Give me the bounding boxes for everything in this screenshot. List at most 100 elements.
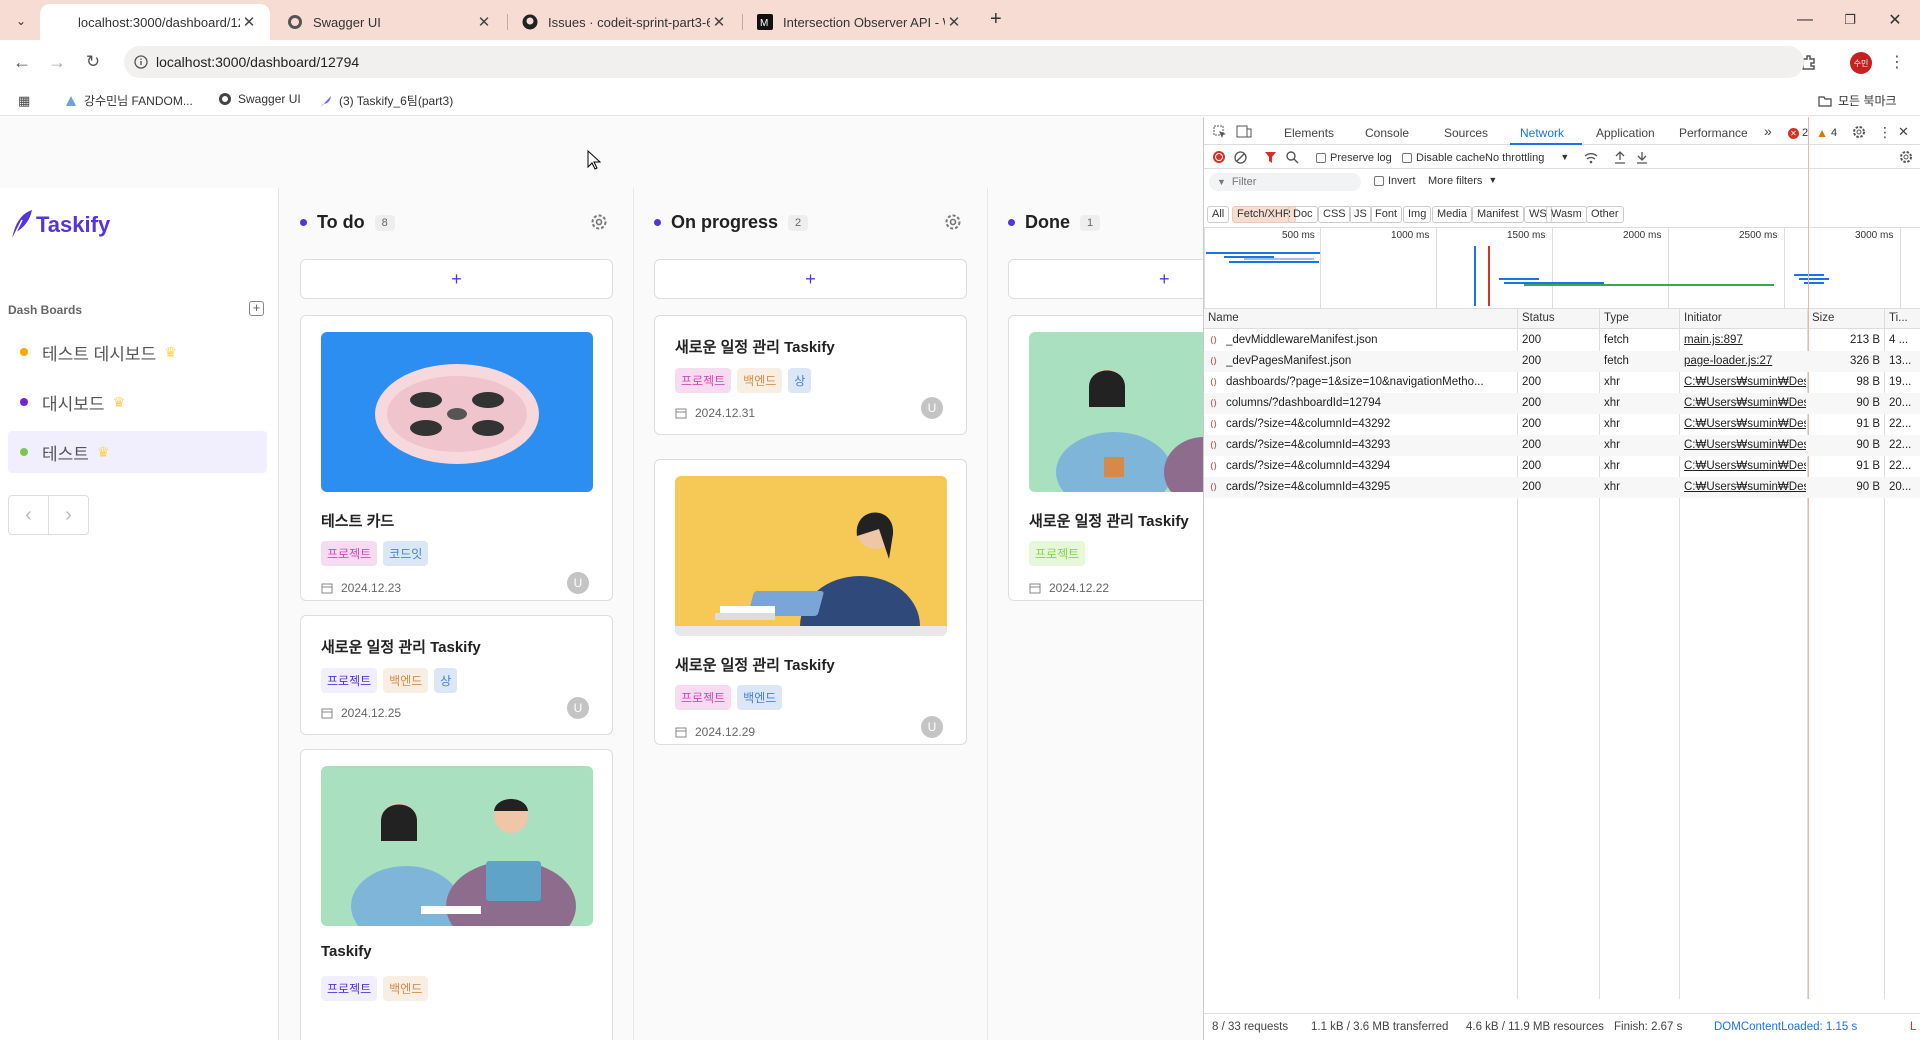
request-initiator[interactable]: page-loader.js:27 xyxy=(1684,355,1806,367)
next-page-button[interactable]: › xyxy=(49,496,88,534)
filter-chip-font[interactable]: Font xyxy=(1370,206,1403,223)
column-header-type[interactable]: Type xyxy=(1604,312,1629,324)
import-har-icon[interactable] xyxy=(1614,151,1626,164)
card-taskify-progress[interactable]: 새로운 일정 관리 Taskify 프로젝트 백엔드 상 2024.12.31 … xyxy=(654,315,967,435)
devtools-tab-network[interactable]: Network xyxy=(1520,126,1564,140)
clear-icon[interactable] xyxy=(1234,151,1247,164)
address-bar[interactable]: localhost:3000/dashboard/12794 xyxy=(124,46,1804,78)
add-card-button[interactable]: + xyxy=(1008,259,1203,299)
filter-chip-all[interactable]: All xyxy=(1207,206,1230,223)
gear-icon[interactable] xyxy=(943,212,963,232)
request-initiator[interactable]: main.js:897 xyxy=(1684,334,1806,346)
profile-avatar[interactable]: 수민 xyxy=(1850,52,1872,74)
column-header-size[interactable]: Size xyxy=(1812,312,1834,324)
close-devtools-icon[interactable]: ✕ xyxy=(1898,124,1909,140)
filter-chip-css[interactable]: CSS xyxy=(1318,206,1351,223)
request-row[interactable]: ⟨⟩ cards/?size=4&columnId=43295 200 xhr C:₩U… xyxy=(1204,477,1920,498)
gear-icon[interactable] xyxy=(589,212,609,232)
tab-github-issues[interactable]: Issues · codeit-sprint-part3-6t ✕ xyxy=(510,4,740,40)
export-har-icon[interactable] xyxy=(1636,151,1648,164)
close-tab-icon[interactable]: ✕ xyxy=(945,13,963,31)
filter-chip-manifest[interactable]: Manifest xyxy=(1472,206,1524,223)
column-header-time[interactable]: Ti... xyxy=(1889,312,1908,324)
network-settings-gear-icon[interactable] xyxy=(1899,150,1913,164)
card-taskify-done[interactable]: 새로운 일정 관리 Taskify 프로젝트 2024.12.22 xyxy=(1008,315,1203,601)
tab-localhost[interactable]: localhost:3000/dashboard/127 ✕ xyxy=(40,4,270,40)
invert-checkbox[interactable] xyxy=(1374,176,1384,186)
sidebar-item-test[interactable]: 테스트 ♛ xyxy=(8,431,267,473)
close-window-icon[interactable]: ✕ xyxy=(1880,8,1910,32)
filter-chip-fetch-xhr[interactable]: Fetch/XHR xyxy=(1232,206,1296,223)
filter-chip-img[interactable]: Img xyxy=(1403,206,1432,223)
sidebar-item-dashboard[interactable]: 대시보드 ♛ xyxy=(8,381,267,423)
chrome-menu-icon[interactable]: ⋮ xyxy=(1885,50,1909,74)
network-conditions-icon[interactable] xyxy=(1584,151,1598,164)
tab-swagger[interactable]: Swagger UI ✕ xyxy=(275,4,505,40)
restore-icon[interactable]: ❐ xyxy=(1835,8,1865,32)
close-tab-icon[interactable]: ✕ xyxy=(710,13,728,31)
more-filters-dropdown[interactable]: More filters ▼ xyxy=(1428,175,1497,187)
add-card-button[interactable]: + xyxy=(300,259,613,299)
devtools-menu-icon[interactable]: ⋮ xyxy=(1878,124,1892,141)
devtools-tab-sources[interactable]: Sources xyxy=(1444,126,1488,140)
tab-mdn[interactable]: M Intersection Observer API - W ✕ xyxy=(745,4,975,40)
reload-icon[interactable]: ↻ xyxy=(81,50,105,74)
add-card-button[interactable]: + xyxy=(654,259,967,299)
devtools-tab-performance[interactable]: Performance xyxy=(1679,126,1748,140)
filter-chip-doc[interactable]: Doc xyxy=(1288,206,1318,223)
disable-cache-checkbox[interactable] xyxy=(1402,153,1412,163)
card-taskify-progress-2[interactable]: 새로운 일정 관리 Taskify 프로젝트 백엔드 2024.12.29 U xyxy=(654,459,967,745)
search-icon[interactable] xyxy=(1286,151,1299,164)
site-info-icon[interactable] xyxy=(134,55,148,69)
minimize-icon[interactable]: — xyxy=(1790,8,1820,32)
filter-chip-wasm[interactable]: Wasm xyxy=(1546,206,1587,223)
more-tabs-chevron-icon[interactable]: » xyxy=(1764,123,1772,139)
filter-input[interactable]: ▼ Filter xyxy=(1209,173,1361,191)
request-initiator[interactable]: C:₩Users₩sumin₩Desk xyxy=(1684,376,1806,388)
new-tab-plus-icon[interactable]: + xyxy=(990,8,1002,31)
bookmark-swagger[interactable]: Swagger UI xyxy=(218,92,301,106)
column-header-name[interactable]: Name xyxy=(1208,312,1239,324)
apps-grid-icon[interactable]: ▦ xyxy=(18,93,30,109)
request-row[interactable]: ⟨⟩ cards/?size=4&columnId=43292 200 xhr C:₩U… xyxy=(1204,414,1920,435)
close-tab-icon[interactable]: ✕ xyxy=(475,13,493,31)
settings-gear-icon[interactable] xyxy=(1852,125,1866,139)
request-initiator[interactable]: C:₩Users₩sumin₩Desk xyxy=(1684,439,1806,451)
card-taskify-todo[interactable]: 새로운 일정 관리 Taskify 프로젝트 백엔드 상 2024.12.25 … xyxy=(300,615,613,735)
sidebar-item-test-dashboard[interactable]: 테스트 데시보드 ♛ xyxy=(8,331,267,373)
devtools-tab-console[interactable]: Console xyxy=(1365,126,1409,140)
throttling-select[interactable]: No throttling ▼ xyxy=(1485,152,1569,164)
filter-chip-js[interactable]: JS xyxy=(1349,206,1372,223)
add-dashboard-icon[interactable]: + xyxy=(249,301,264,316)
bookmark-fandom[interactable]: 강수민님 FANDOM... xyxy=(64,92,193,109)
card-test-card[interactable]: 테스트 카드 프로젝트 코드잇 2024.12.23 U xyxy=(300,315,613,601)
preserve-log-checkbox[interactable] xyxy=(1316,153,1326,163)
column-header-initiator[interactable]: Initiator xyxy=(1684,312,1722,324)
request-row[interactable]: ⟨⟩ _devMiddlewareManifest.json 200 fetch mai… xyxy=(1204,330,1920,351)
request-row[interactable]: ⟨⟩ dashboards/?page=1&size=10&navigationM… xyxy=(1204,372,1920,393)
filter-funnel-icon[interactable] xyxy=(1264,151,1277,164)
all-bookmarks[interactable]: 모든 북마크 xyxy=(1818,92,1897,109)
back-arrow-icon[interactable]: ← xyxy=(10,50,34,74)
bookmark-taskify-team[interactable]: (3) Taskify_6팀(part3) xyxy=(319,92,453,109)
request-initiator[interactable]: C:₩Users₩sumin₩Desk xyxy=(1684,418,1806,430)
url-text[interactable]: localhost:3000/dashboard/12794 xyxy=(156,54,359,70)
close-tab-icon[interactable]: ✕ xyxy=(240,13,258,31)
record-icon[interactable] xyxy=(1213,151,1225,163)
request-row[interactable]: ⟨⟩ _devPagesManifest.json 200 fetch page-loa… xyxy=(1204,351,1920,372)
request-row[interactable]: ⟨⟩ cards/?size=4&columnId=43293 200 xhr C:₩U… xyxy=(1204,435,1920,456)
issue-counters[interactable]: ✕ 2 ▲ 4 xyxy=(1788,126,1837,140)
devtools-tab-elements[interactable]: Elements xyxy=(1284,126,1334,140)
column-header-status[interactable]: Status xyxy=(1522,312,1555,324)
forward-arrow-icon[interactable]: → xyxy=(45,50,69,74)
device-toggle-icon[interactable] xyxy=(1236,125,1252,139)
prev-page-button[interactable]: ‹ xyxy=(9,496,49,534)
inspect-element-icon[interactable] xyxy=(1213,125,1227,139)
request-row[interactable]: ⟨⟩ columns/?dashboardId=12794 200 xhr C:₩Use… xyxy=(1204,393,1920,414)
request-initiator[interactable]: C:₩Users₩sumin₩Desk xyxy=(1684,460,1806,472)
taskify-logo[interactable]: Taskify xyxy=(8,208,110,242)
request-row[interactable]: ⟨⟩ cards/?size=4&columnId=43294 200 xhr C:₩U… xyxy=(1204,456,1920,477)
devtools-tab-application[interactable]: Application xyxy=(1596,126,1655,140)
tab-search-chevron-icon[interactable]: ⌄ xyxy=(10,10,32,32)
filter-chip-media[interactable]: Media xyxy=(1432,206,1472,223)
